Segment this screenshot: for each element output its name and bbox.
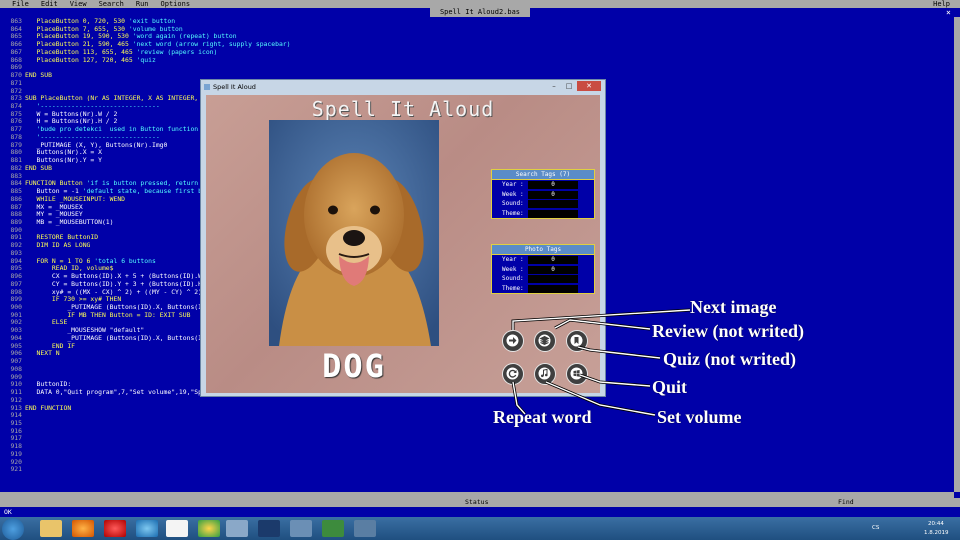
explorer-icon[interactable]: [40, 520, 62, 537]
system-tray: CS 20:44 1.8.2019: [866, 517, 960, 540]
clock-date[interactable]: 1.8.2019: [924, 530, 949, 536]
start-button[interactable]: [2, 518, 24, 540]
annotation-repeat: Repeat word: [493, 407, 592, 427]
qb64-icon[interactable]: [258, 520, 280, 537]
app-taskbar-icon[interactable]: [226, 520, 248, 537]
annotation-quiz: Quiz (not writed): [663, 349, 796, 369]
annotation-quit: Quit: [652, 377, 688, 397]
taskbar: CS 20:44 1.8.2019: [0, 517, 960, 540]
firefox-icon[interactable]: [72, 520, 94, 537]
clock-time[interactable]: 20:44: [928, 521, 944, 527]
ie-icon[interactable]: [136, 520, 158, 537]
window-icon[interactable]: [290, 520, 312, 537]
media-player-icon[interactable]: [166, 520, 188, 537]
language-indicator[interactable]: CS: [872, 525, 879, 531]
opera-icon[interactable]: [104, 520, 126, 537]
annotation-review: Review (not writed): [652, 321, 804, 341]
annotation-next-image: Next image: [690, 297, 777, 317]
annotation-volume: Set volume: [657, 407, 742, 427]
annotation-arrows: [511, 308, 691, 417]
green-app-icon[interactable]: [322, 520, 344, 537]
chrome-icon[interactable]: [198, 520, 220, 537]
split-window-icon[interactable]: [354, 520, 376, 537]
